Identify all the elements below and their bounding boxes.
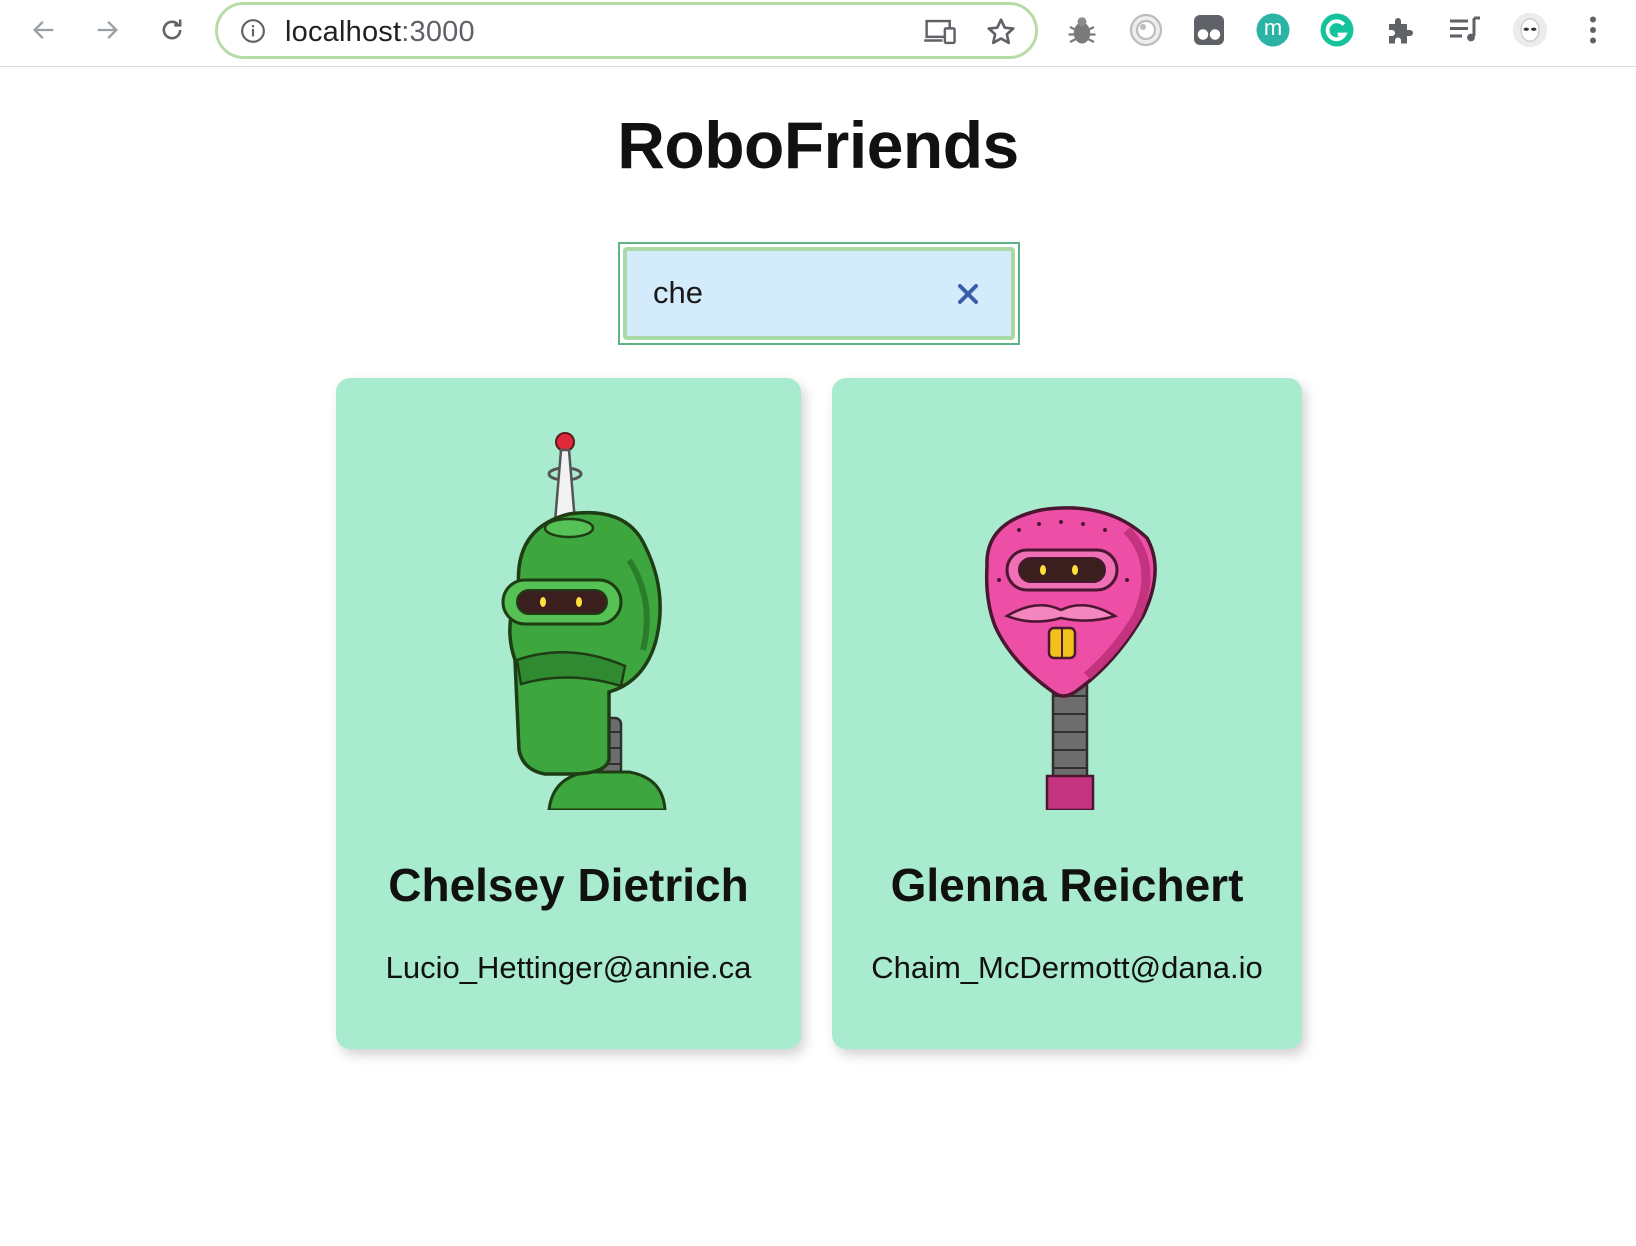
green-robot-image [501, 432, 667, 810]
address-bar[interactable]: localhost:3000 [215, 2, 1038, 59]
arrow-left-icon [33, 21, 54, 39]
close-icon [958, 284, 978, 304]
glasses-icon [1194, 15, 1224, 45]
robot-email: Lucio_Hettinger@annie.ca [385, 950, 752, 985]
browser-toolbar: localhost:3000 m [0, 0, 1636, 67]
grammarly-icon[interactable] [1318, 11, 1356, 49]
reload-icon [162, 19, 182, 40]
page-title: RoboFriends [617, 108, 1019, 182]
more-menu-icon[interactable] [1574, 11, 1612, 49]
robot-card[interactable]: Glenna Reichert Chaim_McDermott@dana.io [832, 378, 1302, 1049]
search-focus-ring [618, 242, 1020, 345]
clear-search-button[interactable] [953, 279, 983, 309]
url-port: :3000 [401, 16, 475, 48]
extensions-puzzle-icon [1389, 18, 1413, 44]
grammarly-g-icon [1320, 13, 1354, 47]
robot-card[interactable]: Chelsey Dietrich Lucio_Hettinger@annie.c… [336, 378, 801, 1049]
glasses-extension-icon[interactable] [1190, 11, 1228, 49]
puzzle-icon[interactable] [1382, 11, 1420, 49]
url-host: localhost [285, 16, 402, 48]
kebab-menu-icon [1590, 16, 1596, 44]
camera-lens-icon [1129, 13, 1163, 47]
search-box[interactable] [623, 247, 1015, 340]
bookmark-star-icon[interactable] [985, 16, 1017, 48]
info-icon[interactable] [240, 18, 266, 44]
profile-avatar-icon[interactable] [1511, 11, 1549, 49]
media-queue-icon[interactable] [1446, 11, 1484, 49]
url-text: localhost:3000 [285, 16, 475, 49]
robot-name: Glenna Reichert [890, 859, 1244, 911]
device-cast-icon[interactable] [923, 17, 957, 47]
robot-name: Chelsey Dietrich [388, 859, 749, 911]
back-button[interactable] [24, 10, 64, 50]
forward-button[interactable] [87, 10, 127, 50]
search-input[interactable] [653, 271, 953, 315]
playlist-music-icon [1450, 16, 1480, 42]
pink-robot-image [984, 506, 1157, 810]
camera-extension-icon[interactable] [1127, 11, 1165, 49]
m-badge-letter: m [1263, 15, 1283, 40]
robot-email: Chaim_McDermott@dana.io [871, 950, 1263, 985]
bug-extension-icon[interactable] [1063, 11, 1101, 49]
m-extension-icon[interactable]: m [1254, 11, 1292, 49]
arrow-right-icon [97, 21, 118, 39]
bug-icon [1068, 17, 1096, 44]
alien-avatar-icon [1512, 12, 1548, 48]
reload-button[interactable] [152, 10, 192, 50]
